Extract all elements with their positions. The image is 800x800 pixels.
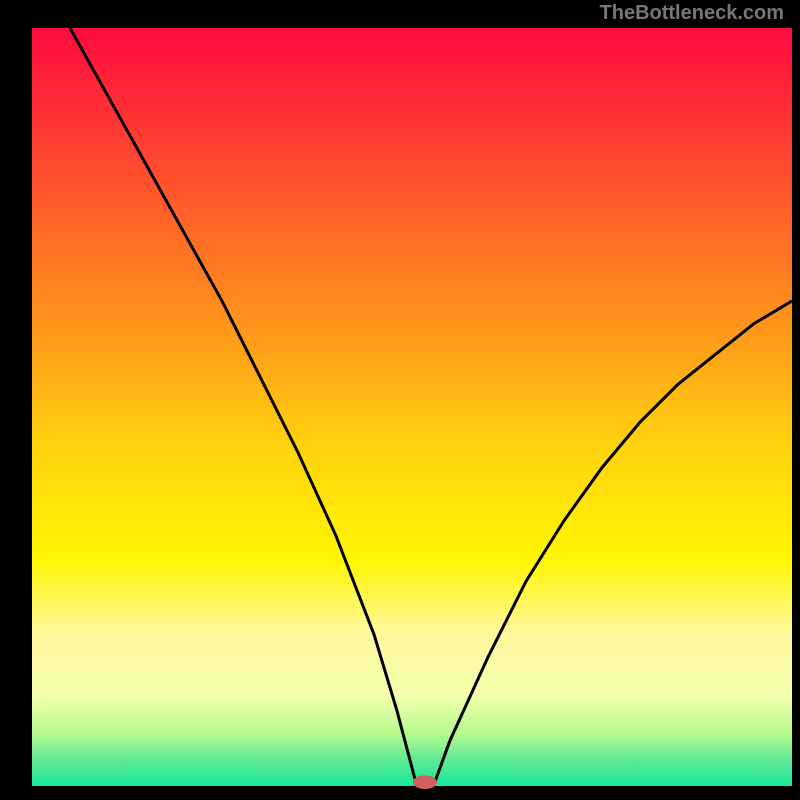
bottleneck-marker (413, 775, 437, 789)
chart-container: TheBottleneck.com (0, 0, 800, 800)
bottleneck-chart (0, 0, 800, 800)
gradient-background (32, 28, 792, 786)
attribution-text: TheBottleneck.com (600, 2, 784, 25)
